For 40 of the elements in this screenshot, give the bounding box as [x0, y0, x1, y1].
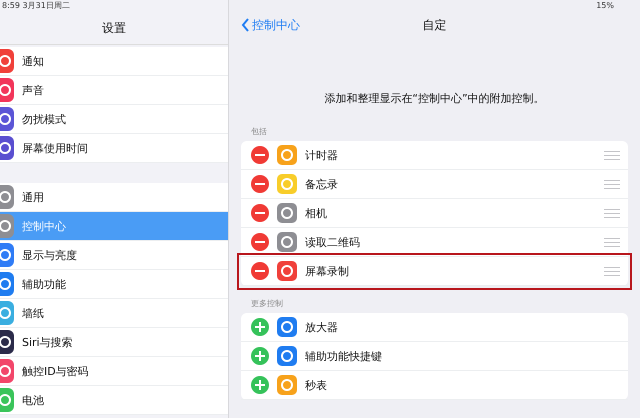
- drag-handle-icon[interactable]: [604, 266, 620, 276]
- remove-icon[interactable]: [251, 233, 269, 251]
- section-header: 包括: [251, 126, 268, 137]
- control-name: 屏幕录制: [305, 264, 350, 278]
- sidebar-item[interactable]: 通知: [0, 47, 228, 76]
- sidebar-item[interactable]: 触控ID与密码: [0, 357, 228, 386]
- control-name: 读取二维码: [305, 234, 361, 250]
- add-icon[interactable]: [251, 347, 269, 365]
- remove-icon[interactable]: [251, 262, 269, 280]
- status-time: 8:59 3月31日周二: [2, 1, 70, 10]
- control-name: 计时器: [305, 148, 339, 162]
- remove-icon[interactable]: [251, 204, 269, 222]
- page-title: 自定: [422, 16, 448, 34]
- control-name: 备忘录: [305, 176, 339, 192]
- sidebar-item[interactable]: 辅助功能: [0, 270, 228, 299]
- sidebar-item[interactable]: Siri与搜索: [0, 328, 228, 357]
- drag-handle-icon[interactable]: [604, 208, 620, 218]
- sidebar-item[interactable]: 勿扰模式: [0, 105, 228, 134]
- add-icon[interactable]: [251, 376, 269, 394]
- drag-handle-icon[interactable]: [604, 238, 620, 246]
- sidebar-title: 设置: [102, 20, 126, 36]
- sidebar-item[interactable]: 屏幕使用时间: [0, 134, 228, 163]
- drag-handle-icon[interactable]: [604, 180, 620, 188]
- control-name: 放大器: [305, 320, 339, 334]
- remove-icon[interactable]: [251, 146, 269, 164]
- control-name: 秒表: [305, 378, 328, 392]
- back-link[interactable]: 控制中心: [241, 16, 300, 34]
- add-icon[interactable]: [251, 318, 269, 336]
- control-name: 相机: [305, 206, 328, 220]
- sidebar-item[interactable]: 声音: [0, 76, 228, 105]
- control-name: 辅助功能快捷键: [305, 348, 383, 364]
- sidebar-item[interactable]: 电池: [0, 386, 228, 415]
- drag-handle-icon[interactable]: [604, 150, 620, 160]
- battery-percent: 15%: [596, 1, 614, 10]
- sidebar-item[interactable]: 显示与亮度: [0, 241, 228, 270]
- section-header: 更多控制: [251, 298, 284, 309]
- description-text: 添加和整理显示在“控制中心”中的附加控制。: [323, 91, 546, 106]
- chevron-left-icon: [241, 18, 250, 32]
- remove-icon[interactable]: [251, 175, 269, 193]
- sidebar-item[interactable]: 墙纸: [0, 299, 228, 328]
